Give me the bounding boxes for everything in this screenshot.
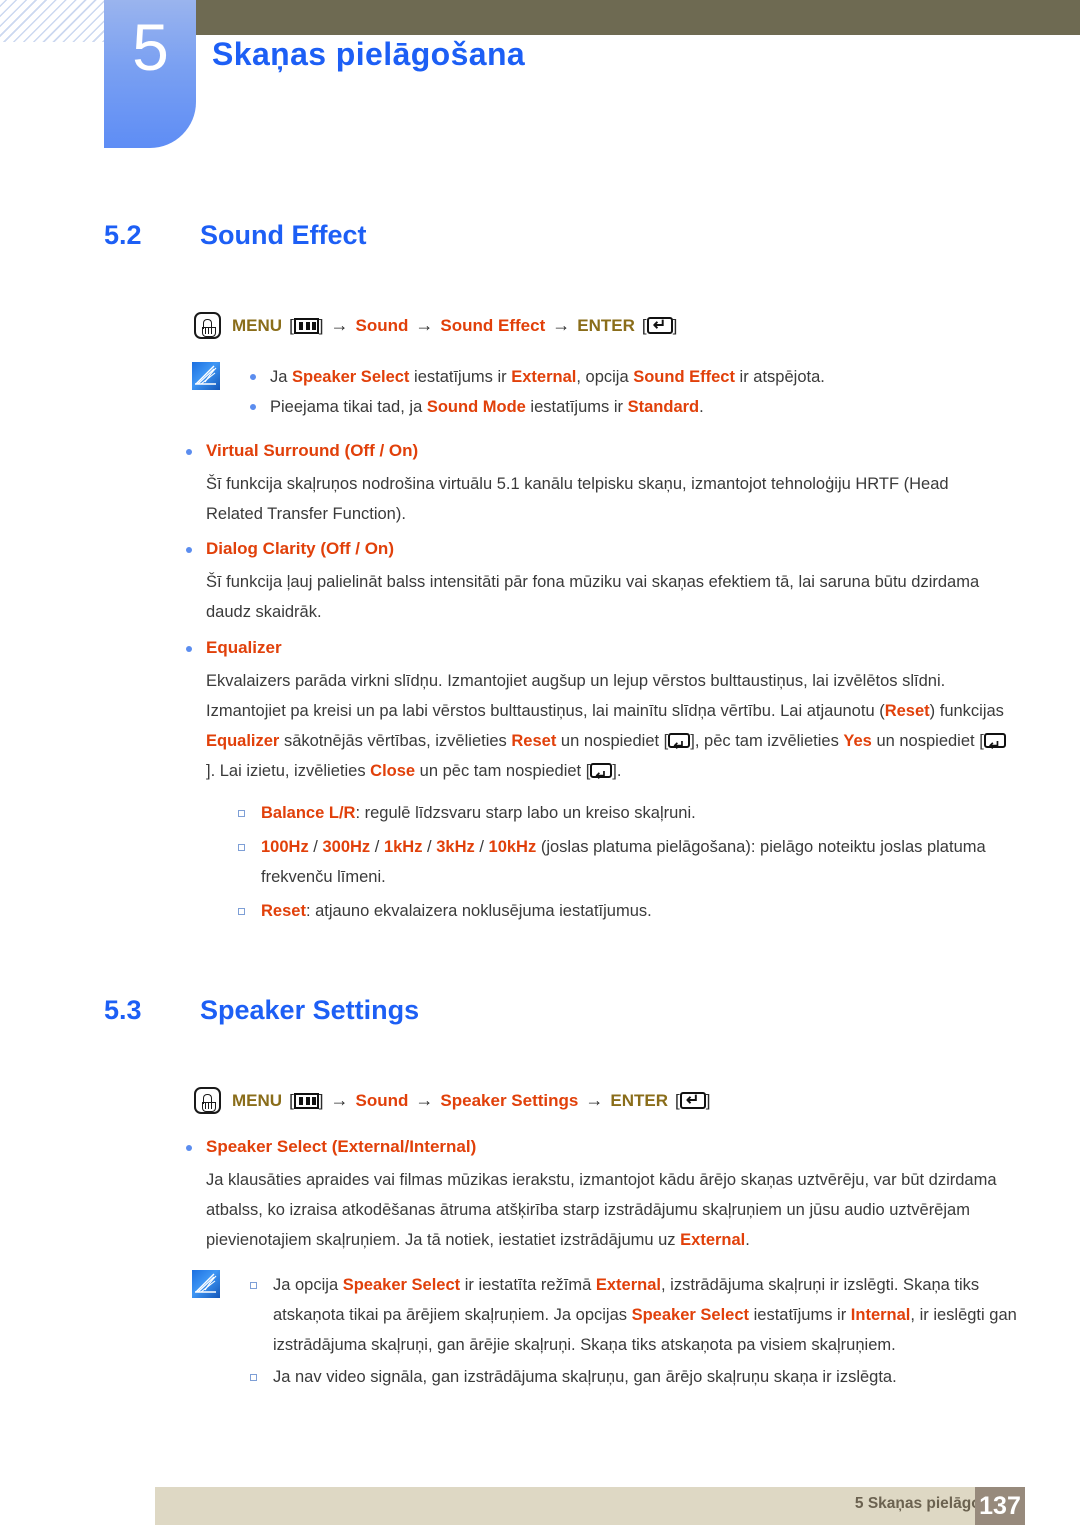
decorative-hatch-pattern	[0, 0, 104, 42]
equalizer-body: Ekvalaizers parāda virkni slīdņu. Izmant…	[206, 666, 1014, 790]
enter-icon-bracket: []	[642, 315, 677, 336]
dialog-clarity-title: Dialog Clarity (Off / On)	[206, 539, 394, 558]
enter-label: ENTER	[577, 315, 635, 335]
speaker-select-body: Ja klausāties apraides vai filmas mūzika…	[206, 1171, 997, 1249]
chapter-title: Skaņas pielāgošana	[212, 36, 526, 72]
speaker-select-heading: Speaker Select (External/Internal)	[186, 1133, 1011, 1161]
sub-item-reset-text: Reset: atjauno ekvalaizera noklusējuma i…	[261, 902, 652, 920]
menu-icon-bracket: []	[289, 315, 324, 335]
section-heading-5-2: 5.2 Sound Effect	[104, 220, 367, 251]
menu-step-sound: Sound	[355, 1090, 409, 1110]
note-1-item-1: Ja Speaker Select iestatījums ir Externa…	[250, 362, 1022, 392]
enter-key-icon	[646, 315, 673, 335]
item-dialog-clarity: Dialog Clarity (Off / On) Šī funkcija ļa…	[186, 535, 1006, 627]
item-speaker-select: Speaker Select (External/Internal) Ja kl…	[186, 1133, 1011, 1255]
section-number: 5.2	[104, 220, 142, 250]
dialog-clarity-body: Šī funkcija ļauj palielināt balss intens…	[206, 573, 980, 621]
item-virtual-surround: Virtual Surround (Off / On) Šī funkcija …	[186, 437, 1006, 529]
note-block-2: Ja opcija Speaker Select ir iestatīta re…	[192, 1270, 1022, 1392]
document-page: 5 Skaņas pielāgošana 5.2 Sound Effect ME…	[0, 0, 1080, 1527]
enter-icon-bracket: []	[675, 1090, 710, 1111]
menu-step-sound-effect: Sound Effect	[440, 315, 546, 335]
menu-grid-icon	[293, 1092, 319, 1109]
menu-step-speaker-settings: Speaker Settings	[440, 1090, 579, 1110]
note-2-item-1-text: Ja opcija Speaker Select ir iestatīta re…	[273, 1276, 1017, 1354]
bullet-square	[238, 844, 245, 851]
bullet-dot	[186, 547, 192, 553]
enter-key-icon	[590, 760, 613, 790]
arrow-3: →	[552, 315, 571, 335]
sub-item-balance: Balance L/R: regulē līdzsvaru starp labo…	[238, 798, 1008, 828]
note-block-1: Ja Speaker Select iestatījums ir Externa…	[192, 362, 1022, 422]
equalizer-sub-items: Balance L/R: regulē līdzsvaru starp labo…	[238, 798, 1008, 926]
menu-label: MENU	[232, 1090, 283, 1110]
sub-item-frequencies: 100Hz / 300Hz / 1kHz / 3kHz / 10kHz (jos…	[238, 832, 1008, 892]
menu-path-sound-effect: MENU [] → Sound → Sound Effect → ENTER […	[194, 312, 677, 339]
bullet-dot	[250, 404, 256, 410]
arrow-2: →	[415, 315, 434, 335]
note-1-item-2: Pieejama tikai tad, ja Sound Mode iestat…	[250, 392, 1022, 422]
bullet-square	[238, 810, 245, 817]
note-2-item-2-text: Ja nav video signāla, gan izstrādājuma s…	[273, 1368, 897, 1386]
virtual-surround-title: Virtual Surround (Off / On)	[206, 441, 419, 460]
bullet-dot	[186, 1145, 192, 1151]
menu-path-speaker-settings: MENU [] → Sound → Speaker Settings → ENT…	[194, 1087, 710, 1114]
section-number: 5.3	[104, 995, 142, 1025]
note-2-item-1: Ja opcija Speaker Select ir iestatīta re…	[250, 1270, 1022, 1360]
section-title: Speaker Settings	[200, 995, 420, 1025]
chapter-tab: 5	[104, 0, 196, 148]
dialog-clarity-heading: Dialog Clarity (Off / On)	[186, 535, 1006, 563]
menu-step-sound: Sound	[355, 315, 409, 335]
speaker-select-title: Speaker Select (External/Internal)	[206, 1137, 477, 1156]
note-1-item-2-text: Pieejama tikai tad, ja Sound Mode iestat…	[270, 398, 704, 416]
bullet-dot	[186, 449, 192, 455]
arrow-2: →	[415, 1090, 434, 1110]
sub-item-reset: Reset: atjauno ekvalaizera noklusējuma i…	[238, 896, 1008, 926]
touch-hand-icon	[194, 312, 221, 339]
bullet-dot	[186, 646, 192, 652]
note-2-item-2: Ja nav video signāla, gan izstrādājuma s…	[250, 1362, 1022, 1392]
sub-item-frequencies-text: 100Hz / 300Hz / 1kHz / 3kHz / 10kHz (jos…	[261, 838, 986, 886]
arrow-3: →	[585, 1090, 604, 1110]
arrow-1: →	[330, 1090, 349, 1110]
equalizer-title: Equalizer	[206, 638, 282, 657]
sub-item-balance-text: Balance L/R: regulē līdzsvaru starp labo…	[261, 804, 696, 822]
bullet-square	[250, 1282, 257, 1289]
virtual-surround-body: Šī funkcija skaļruņos nodrošina virtuālu…	[206, 475, 949, 523]
section-title: Sound Effect	[200, 220, 367, 250]
bullet-dot	[250, 374, 256, 380]
equalizer-heading: Equalizer	[186, 634, 1014, 662]
chapter-number: 5	[132, 10, 169, 84]
menu-icon-bracket: []	[289, 1090, 324, 1110]
touch-hand-icon	[194, 1087, 221, 1114]
menu-grid-icon	[293, 317, 319, 334]
virtual-surround-heading: Virtual Surround (Off / On)	[186, 437, 1006, 465]
note-pen-icon	[192, 362, 220, 390]
bullet-square	[250, 1374, 257, 1381]
note-pen-icon	[192, 1270, 220, 1298]
page-number: 137	[975, 1487, 1025, 1525]
enter-key-icon	[679, 1090, 706, 1110]
item-equalizer: Equalizer Ekvalaizers parāda virkni slīd…	[186, 634, 1014, 790]
enter-label: ENTER	[610, 1090, 668, 1110]
enter-key-icon	[668, 730, 691, 760]
menu-label: MENU	[232, 315, 283, 335]
section-heading-5-3: 5.3 Speaker Settings	[104, 995, 419, 1026]
bullet-square	[238, 908, 245, 915]
enter-key-icon	[983, 730, 1006, 760]
arrow-1: →	[330, 315, 349, 335]
header-olive-bar	[104, 0, 1080, 35]
note-1-item-1-text: Ja Speaker Select iestatījums ir Externa…	[270, 368, 825, 386]
